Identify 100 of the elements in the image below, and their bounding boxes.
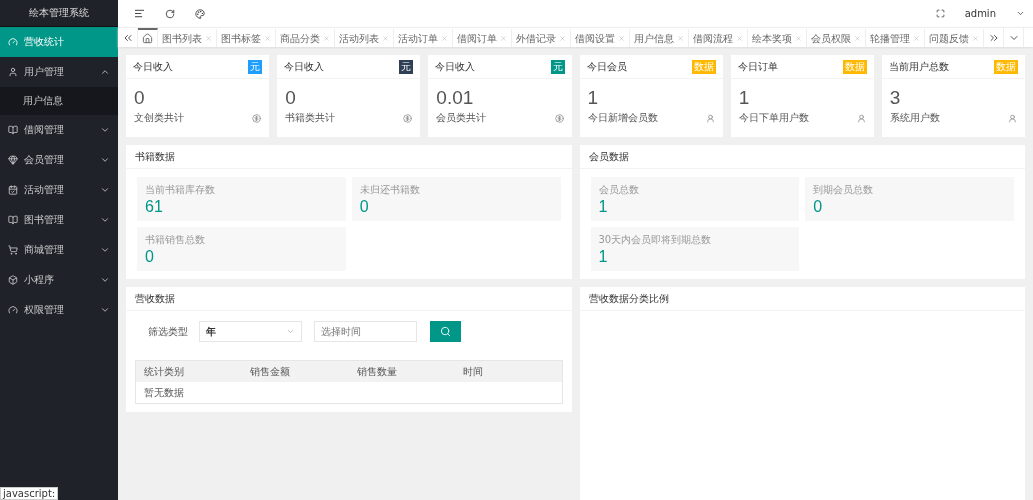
sidebar-item[interactable]: 会员管理 bbox=[0, 145, 118, 175]
metric-value: 0 bbox=[813, 198, 824, 216]
metric-label: 到期会员总数 bbox=[813, 183, 875, 197]
unit-badge: 元 bbox=[248, 59, 263, 74]
palette-icon[interactable] bbox=[195, 8, 205, 19]
caret-icon bbox=[286, 327, 295, 336]
close-icon[interactable] bbox=[441, 35, 448, 42]
card-title: 今日收入 bbox=[133, 59, 173, 74]
page-tab[interactable]: 用户信息 bbox=[630, 28, 689, 47]
gem-icon bbox=[8, 155, 18, 165]
page-tab[interactable]: 会员权限 bbox=[807, 28, 866, 47]
gauge-icon bbox=[8, 305, 18, 315]
page-tab[interactable]: 活动列表 bbox=[335, 28, 394, 47]
close-icon[interactable] bbox=[323, 35, 330, 42]
page-tab[interactable]: 商品分类 bbox=[276, 28, 335, 47]
empty-text: 暂无数据 bbox=[143, 385, 185, 400]
dollar-icon bbox=[554, 113, 564, 123]
home-tab[interactable] bbox=[138, 28, 158, 47]
column-header: 时间 bbox=[462, 364, 485, 379]
page-tab[interactable]: 问题反馈 bbox=[925, 28, 984, 47]
caret-icon bbox=[100, 245, 110, 255]
stat-caption: 今日下单用户数 bbox=[738, 111, 809, 125]
metric-label: 会员总数 bbox=[598, 183, 640, 197]
box-icon bbox=[8, 275, 18, 285]
stat-value: 1 bbox=[737, 86, 751, 109]
page-tab[interactable]: 借阅流程 bbox=[689, 28, 748, 47]
card-title: 今日收入 bbox=[284, 59, 325, 74]
card-title: 今日订单 bbox=[737, 59, 778, 74]
caret-icon bbox=[100, 67, 110, 77]
status-text: javascript: bbox=[0, 487, 59, 500]
unit-badge: 元 bbox=[399, 59, 414, 74]
close-icon[interactable] bbox=[559, 35, 566, 42]
search-button[interactable] bbox=[430, 321, 461, 342]
dollar-icon bbox=[252, 113, 262, 123]
card-title: 今日会员 bbox=[586, 59, 627, 74]
page-tab[interactable]: 借阅订单 bbox=[453, 28, 512, 47]
page-tab[interactable]: 活动订单 bbox=[394, 28, 453, 47]
stat-caption: 今日新增会员数 bbox=[587, 111, 658, 125]
close-icon[interactable] bbox=[264, 35, 271, 42]
metric-value: 1 bbox=[598, 198, 609, 216]
refresh-icon[interactable] bbox=[165, 8, 175, 19]
stat-caption: 文创类共计 bbox=[134, 111, 184, 125]
user-icon bbox=[705, 113, 715, 123]
dollar-icon bbox=[403, 113, 413, 123]
caret-icon bbox=[100, 305, 110, 315]
page-tab[interactable]: 图书标签 bbox=[217, 28, 276, 47]
close-icon[interactable] bbox=[382, 35, 389, 42]
sidebar-item[interactable]: 小程序 bbox=[0, 265, 118, 295]
unit-badge: 数据 bbox=[691, 59, 716, 74]
metric-value: 0 bbox=[145, 248, 155, 266]
page-tab[interactable]: 借阅设置 bbox=[571, 28, 630, 47]
close-icon[interactable] bbox=[677, 35, 684, 42]
sidebar-item[interactable]: 营收统计 bbox=[0, 27, 118, 57]
time-input[interactable]: 选择时间 bbox=[314, 321, 417, 342]
sidebar-subitem[interactable]: 用户信息 bbox=[0, 87, 118, 115]
close-icon[interactable] bbox=[736, 35, 743, 42]
unit-badge: 数据 bbox=[994, 59, 1018, 74]
sidebar-item[interactable]: 图书管理 bbox=[0, 205, 118, 235]
panel-title: 营收数据 bbox=[126, 287, 572, 311]
column-header: 销售数量 bbox=[355, 364, 398, 379]
page-tab[interactable]: 外借记录 bbox=[512, 28, 571, 47]
caret-icon bbox=[100, 185, 110, 195]
calendar-icon bbox=[8, 185, 18, 195]
panel-title: 会员数据 bbox=[579, 145, 1025, 169]
gauge-icon bbox=[8, 37, 18, 47]
close-icon[interactable] bbox=[205, 35, 212, 42]
fullscreen-icon[interactable] bbox=[935, 9, 945, 18]
column-header: 销售金额 bbox=[249, 364, 292, 379]
user-menu[interactable]: admin bbox=[964, 8, 996, 19]
metric-label: 书籍销售总数 bbox=[145, 233, 206, 247]
sidebar-item[interactable]: 用户管理 bbox=[0, 57, 118, 87]
page-tab[interactable]: 图书列表 bbox=[158, 28, 217, 47]
user-icon bbox=[856, 113, 866, 123]
page-tab[interactable]: 绘本奖项 bbox=[748, 28, 807, 47]
user-icon bbox=[1008, 113, 1017, 123]
book-icon bbox=[8, 125, 18, 135]
stat-value: 0 bbox=[284, 86, 297, 109]
stat-value: 0.01 bbox=[435, 86, 475, 109]
stat-caption: 书籍类共计 bbox=[285, 111, 336, 125]
home-icon bbox=[142, 33, 153, 44]
sidebar-item[interactable]: 商城管理 bbox=[0, 235, 118, 265]
unit-badge: 元 bbox=[550, 59, 565, 74]
sidebar-item[interactable]: 活动管理 bbox=[0, 175, 118, 205]
sidebar-item[interactable]: 权限管理 bbox=[0, 295, 118, 325]
close-icon[interactable] bbox=[854, 35, 861, 42]
menu-icon[interactable] bbox=[134, 8, 145, 19]
stat-value: 3 bbox=[888, 86, 902, 109]
page-tab[interactable]: 轮播管理 bbox=[866, 28, 925, 47]
user-icon bbox=[8, 67, 18, 77]
sidebar-item[interactable]: 借阅管理 bbox=[0, 115, 118, 145]
close-icon[interactable] bbox=[795, 35, 802, 42]
close-icon[interactable] bbox=[500, 35, 507, 42]
close-icon[interactable] bbox=[913, 35, 920, 42]
caret-icon[interactable] bbox=[1016, 9, 1025, 18]
type-select[interactable]: 年 bbox=[199, 321, 302, 342]
close-icon[interactable] bbox=[972, 35, 979, 42]
book-icon bbox=[8, 215, 18, 225]
caret-icon bbox=[100, 125, 110, 135]
unit-badge: 数据 bbox=[842, 59, 867, 74]
close-icon[interactable] bbox=[618, 35, 625, 42]
